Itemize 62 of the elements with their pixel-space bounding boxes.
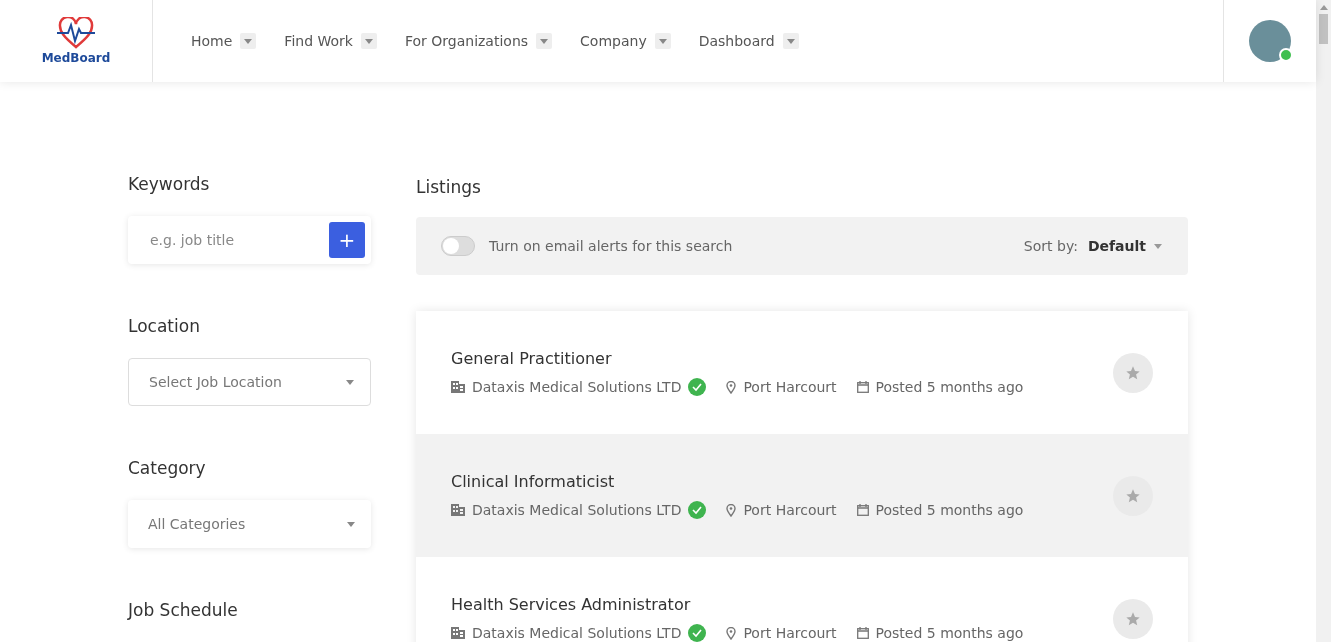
posted-date: Posted 5 months ago	[875, 502, 1024, 518]
listings-heading: Listings	[416, 177, 482, 197]
add-keyword-button[interactable]: +	[329, 222, 365, 258]
map-pin-icon	[726, 626, 737, 640]
filter-heading: Job Schedule	[128, 600, 239, 620]
caret-icon[interactable]	[654, 33, 671, 49]
star-icon	[1125, 364, 1141, 381]
nav-link[interactable]: Company	[580, 33, 671, 49]
star-icon	[1125, 487, 1141, 504]
star-icon	[1125, 610, 1141, 627]
select-dropdown[interactable]: Select Job Location	[128, 358, 371, 406]
company-name: Dataxis Medical Solutions LTD	[472, 379, 682, 395]
caret-icon[interactable]	[536, 33, 553, 49]
job-location: Port Harcourt	[743, 379, 837, 395]
caret-icon	[347, 521, 355, 527]
scrollbar[interactable]	[1316, 0, 1331, 642]
calendar-icon	[856, 504, 869, 516]
scroll-up-arrow-icon[interactable]	[1319, 5, 1328, 10]
email-alert-toggle[interactable]	[441, 236, 475, 256]
select-dropdown[interactable]: All Categories	[128, 500, 371, 548]
scrollbar-thumb[interactable]	[1319, 14, 1328, 44]
caret-icon[interactable]	[782, 33, 799, 49]
alert-label: Turn on email alerts for this search	[489, 238, 733, 254]
job-title: General Practitioner	[451, 349, 613, 368]
filter-heading: Location	[128, 316, 201, 336]
user-avatar[interactable]	[1249, 20, 1291, 62]
company-name: Dataxis Medical Solutions LTD	[472, 502, 682, 518]
map-pin-icon	[726, 503, 737, 517]
posted-date: Posted 5 months ago	[875, 625, 1024, 641]
bookmark-star-button[interactable]	[1113, 352, 1153, 393]
job-title: Clinical Informaticist	[451, 472, 616, 491]
bookmark-star-button[interactable]	[1113, 598, 1153, 639]
building-icon	[451, 381, 465, 393]
caret-icon[interactable]	[240, 33, 257, 49]
building-icon	[451, 627, 465, 639]
keyword-search-field[interactable]: e.g. job title +	[128, 216, 371, 264]
job-listing-row[interactable]: Health Services Administrator Dataxis Medical Solutions LTD Port Harcourt Posted 5 months ago	[416, 557, 1188, 642]
nav-link[interactable]: For Organizations	[404, 33, 553, 49]
map-pin-icon	[726, 380, 737, 394]
bookmark-star-button[interactable]	[1113, 475, 1153, 516]
nav-link[interactable]: Home	[191, 33, 257, 49]
calendar-icon	[856, 381, 869, 393]
nav-link[interactable]: Dashboard	[698, 33, 799, 49]
filter-heading: Category	[128, 458, 207, 478]
job-listing-row[interactable]: Clinical Informaticist Dataxis Medical Solutions LTD Port Harcourt Posted 5 months ago	[416, 434, 1188, 557]
job-location: Port Harcourt	[743, 625, 837, 641]
posted-date: Posted 5 months ago	[875, 379, 1024, 395]
company-name: Dataxis Medical Solutions LTD	[472, 625, 682, 641]
logo-text: MedBoard	[41, 51, 111, 65]
job-location: Port Harcourt	[743, 502, 837, 518]
job-listing-row[interactable]: General Practitioner Dataxis Medical Solutions LTD Port Harcourt Posted 5 months ago	[416, 311, 1188, 434]
heart-pulse-logo-icon	[56, 17, 96, 49]
job-title: Health Services Administrator	[451, 595, 692, 614]
filter-heading: Keywords	[128, 174, 211, 194]
caret-icon[interactable]	[360, 33, 377, 49]
nav-link[interactable]: Find Work	[284, 33, 377, 49]
building-icon	[451, 504, 465, 516]
sort-label: Sort by:	[1023, 238, 1078, 254]
sort-dropdown[interactable]: Default	[1087, 238, 1162, 254]
caret-icon	[346, 379, 354, 385]
caret-icon	[1154, 243, 1162, 249]
calendar-icon	[856, 627, 869, 639]
